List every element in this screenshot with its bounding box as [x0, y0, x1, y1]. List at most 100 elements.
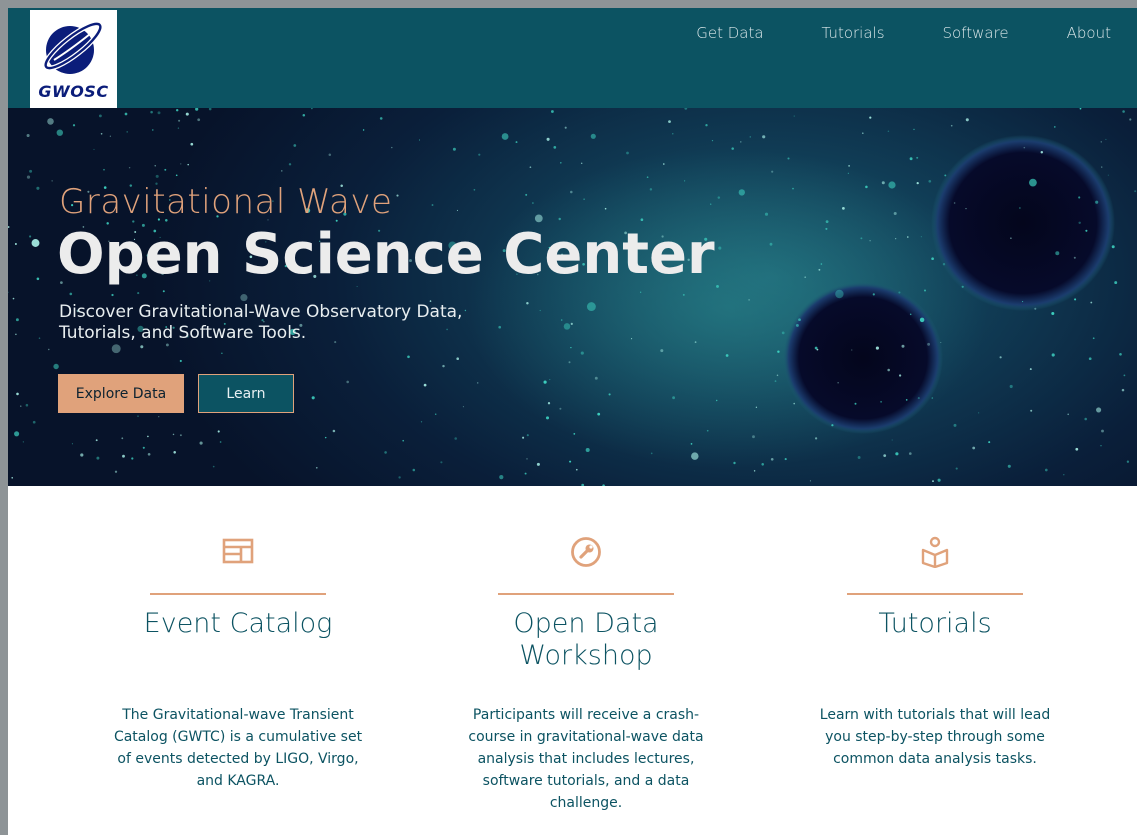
star	[891, 439, 893, 441]
star	[175, 174, 178, 177]
star	[402, 439, 404, 442]
star	[738, 189, 745, 196]
star	[423, 383, 427, 387]
star	[324, 436, 327, 439]
star	[173, 451, 176, 454]
star	[861, 132, 864, 135]
star	[1100, 445, 1102, 447]
star	[1090, 301, 1093, 304]
star	[913, 128, 915, 131]
star	[1101, 429, 1104, 433]
nav-about[interactable]: About	[1067, 24, 1111, 42]
star	[570, 346, 572, 349]
star	[311, 108, 313, 110]
nav-tutorials[interactable]: Tutorials	[822, 24, 885, 42]
star	[536, 462, 540, 466]
hero-subtitle: Gravitational Wave	[59, 182, 393, 222]
star	[157, 111, 161, 115]
star	[178, 119, 181, 122]
star	[1122, 110, 1125, 113]
star	[384, 451, 387, 454]
star	[848, 165, 850, 167]
star	[396, 194, 399, 197]
star	[217, 430, 220, 433]
star	[944, 174, 947, 177]
explore-data-button[interactable]: Explore Data	[58, 374, 184, 413]
star	[328, 153, 332, 157]
star	[1075, 447, 1079, 451]
star	[814, 437, 818, 440]
star	[825, 220, 829, 224]
card-title[interactable]: Event Catalog	[138, 608, 338, 640]
star	[147, 452, 151, 456]
star	[795, 323, 799, 327]
star	[187, 163, 189, 166]
star	[1123, 374, 1126, 377]
star	[895, 238, 897, 240]
star	[872, 293, 875, 296]
star	[716, 284, 719, 288]
star	[586, 302, 596, 312]
star	[456, 209, 458, 211]
star	[583, 198, 585, 200]
card-title[interactable]: Open Data Workshop	[496, 608, 676, 672]
card-title[interactable]: Tutorials	[785, 608, 1085, 640]
star	[29, 235, 32, 238]
star	[440, 461, 443, 464]
star	[631, 338, 633, 340]
star	[558, 217, 561, 221]
star	[793, 402, 795, 405]
star	[999, 356, 1002, 359]
star	[111, 344, 121, 354]
star	[887, 368, 890, 372]
star	[682, 293, 685, 296]
star	[131, 457, 134, 460]
hero-banner: Gravitational Wave Open Science Center D…	[8, 108, 1137, 486]
star	[560, 319, 563, 321]
star	[564, 126, 567, 129]
star	[924, 289, 926, 292]
star	[937, 478, 941, 482]
star	[604, 207, 607, 210]
star	[753, 470, 756, 472]
star	[672, 396, 676, 400]
star	[573, 433, 576, 435]
star	[137, 415, 139, 417]
star	[545, 416, 550, 420]
star	[1040, 151, 1044, 154]
star	[95, 439, 98, 442]
star	[526, 458, 528, 460]
star	[690, 443, 693, 445]
star	[774, 380, 777, 382]
star	[792, 187, 794, 190]
star	[212, 465, 215, 468]
star	[1051, 353, 1055, 357]
star	[733, 461, 736, 465]
nav-software[interactable]: Software	[943, 24, 1009, 42]
star	[1092, 337, 1095, 340]
star	[1007, 464, 1011, 468]
gwosc-logo[interactable]: GWOSC	[30, 10, 117, 108]
star	[452, 147, 456, 151]
star	[549, 379, 551, 381]
star	[740, 141, 742, 143]
star	[1019, 207, 1021, 209]
star	[553, 146, 557, 149]
star	[240, 294, 248, 302]
star	[26, 133, 30, 138]
star	[103, 168, 105, 171]
learn-button[interactable]: Learn	[198, 374, 294, 413]
star	[916, 181, 919, 185]
star	[880, 400, 883, 403]
star	[580, 351, 584, 355]
star	[147, 435, 149, 438]
star	[691, 452, 699, 460]
star	[684, 108, 688, 110]
star	[907, 236, 909, 238]
star	[12, 297, 15, 300]
star	[940, 341, 942, 344]
star	[199, 441, 203, 445]
star	[407, 355, 410, 359]
star	[177, 127, 180, 129]
nav-get-data[interactable]: Get Data	[696, 24, 763, 42]
